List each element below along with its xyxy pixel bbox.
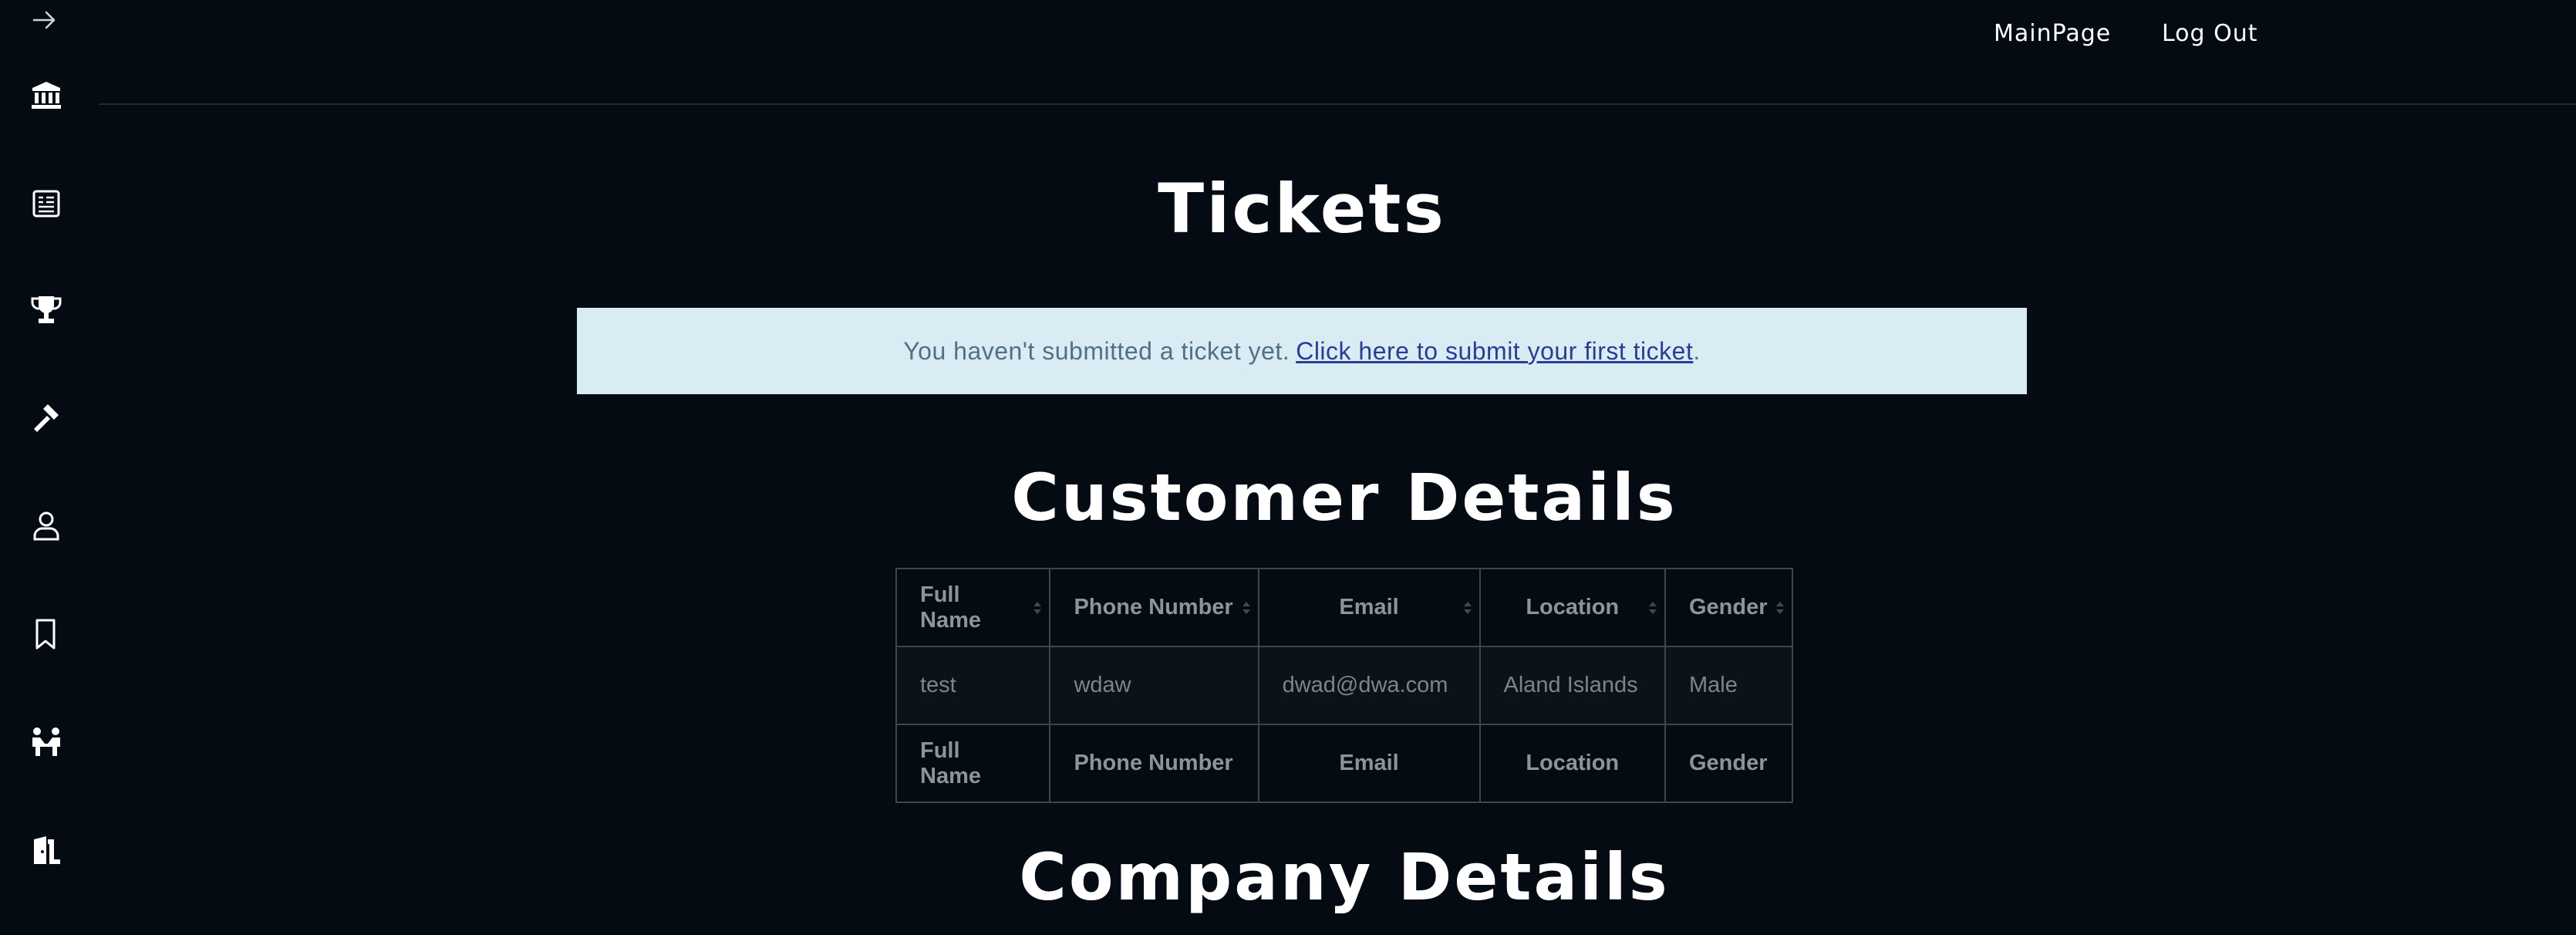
- column-header-full-name[interactable]: Full Name: [895, 568, 1051, 647]
- alert-trailing: .: [1693, 336, 1701, 365]
- sort-icon: [1775, 599, 1785, 616]
- column-header-phone-number[interactable]: Phone Number: [1049, 568, 1259, 647]
- top-navbar: MainPage Log Out: [99, 0, 2576, 105]
- sort-icon: [1647, 599, 1658, 616]
- cell-gender: Male: [1664, 646, 1794, 725]
- page-title: Tickets: [1158, 169, 1446, 248]
- sort-icon: [1462, 599, 1473, 616]
- footer-gender: Gender: [1664, 724, 1794, 803]
- bookmark-icon[interactable]: [28, 616, 65, 653]
- handshake-icon[interactable]: [28, 724, 65, 761]
- company-details-title: Company Details: [1019, 839, 1670, 915]
- customer-details-table: Full Name Phone Number Email Location Ge…: [895, 568, 1794, 803]
- column-header-location[interactable]: Location: [1479, 568, 1666, 647]
- submit-ticket-link[interactable]: Click here to submit your first ticket: [1296, 337, 1693, 366]
- column-header-gender[interactable]: Gender: [1664, 568, 1794, 647]
- no-ticket-alert: You haven't submitted a ticket yet. Clic…: [577, 308, 2027, 394]
- table-footer-row: Full Name Phone Number Email Location Ge…: [895, 724, 1794, 803]
- arrow-right-icon[interactable]: [29, 5, 60, 35]
- alert-message: You haven't submitted a ticket yet.: [903, 336, 1290, 365]
- trophy-icon[interactable]: [28, 292, 65, 329]
- cell-phone-number: wdaw: [1049, 646, 1259, 725]
- sort-icon: [1032, 599, 1043, 616]
- nav-log-out-link[interactable]: Log Out: [2162, 20, 2258, 47]
- sort-icon: [1241, 599, 1252, 616]
- customer-details-title: Customer Details: [1011, 460, 1677, 535]
- cell-email: dwad@dwa.com: [1257, 646, 1481, 725]
- gavel-icon[interactable]: [28, 400, 65, 437]
- bank-icon[interactable]: [28, 77, 65, 114]
- footer-phone-number: Phone Number: [1049, 724, 1259, 803]
- column-header-email[interactable]: Email: [1257, 568, 1481, 647]
- cell-full-name: test: [895, 646, 1051, 725]
- footer-full-name: Full Name: [895, 724, 1051, 803]
- table-header-row: Full Name Phone Number Email Location Ge…: [895, 568, 1794, 647]
- footer-location: Location: [1479, 724, 1666, 803]
- table-row: test wdaw dwad@dwa.com Aland Islands Mal…: [895, 646, 1794, 725]
- cell-location: Aland Islands: [1479, 646, 1666, 725]
- nav-main-page-link[interactable]: MainPage: [1994, 20, 2111, 47]
- footer-email: Email: [1257, 724, 1481, 803]
